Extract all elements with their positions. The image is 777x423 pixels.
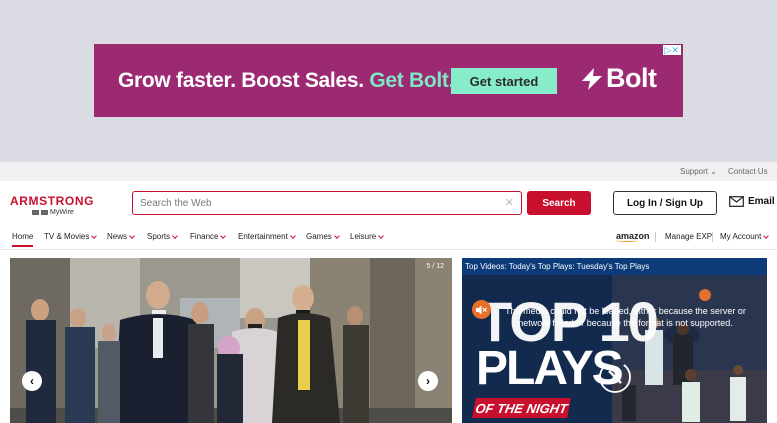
- amazon-link[interactable]: amazon: [616, 231, 650, 242]
- video-player[interactable]: Top Videos: Today's Top Plays: Tuesday's…: [462, 258, 767, 423]
- device-icon: [41, 210, 48, 215]
- search-placeholder: Search the Web: [140, 198, 212, 209]
- bolt-icon: [582, 67, 602, 90]
- logo-sub: MyWire: [10, 209, 94, 216]
- hero-photo: [10, 258, 452, 423]
- device-icon: [32, 210, 39, 215]
- nav-item-home[interactable]: Home: [12, 232, 34, 247]
- ad-banner[interactable]: ▷✕ Grow faster. Boost Sales. Get Bolt. G…: [94, 44, 683, 117]
- email-label: Email: [748, 196, 775, 207]
- contact-us-link[interactable]: Contact Us: [728, 167, 768, 176]
- nav-item-label: Finance: [190, 232, 219, 241]
- nav-item-news[interactable]: News: [107, 232, 135, 241]
- chevron-down-icon: [172, 232, 178, 239]
- adchoices-icon[interactable]: ▷✕: [662, 45, 681, 55]
- nav-item-leisure[interactable]: Leisure: [350, 232, 385, 241]
- main-nav: Home TV & Movies News Sports Finance Ent…: [0, 226, 777, 250]
- nav-divider: [712, 232, 713, 242]
- ad-bolt-logo: Bolt: [582, 63, 657, 94]
- logo-brand: ARMSTRONG: [10, 194, 95, 208]
- clear-icon[interactable]: ✕: [505, 196, 514, 209]
- mute-icon[interactable]: [472, 300, 491, 319]
- ad-zone: ▷✕ Grow faster. Boost Sales. Get Bolt. G…: [0, 0, 777, 162]
- ad-headline-highlight: Get Bolt.: [369, 69, 455, 92]
- nav-item-sports[interactable]: Sports: [147, 232, 178, 241]
- ad-headline-main: Grow faster. Boost Sales.: [118, 69, 364, 92]
- nav-item-entertainment[interactable]: Entertainment: [238, 232, 296, 241]
- chevron-down-icon: [763, 232, 770, 239]
- logo-sub-text: MyWire: [50, 209, 74, 216]
- chevron-left-icon: ‹: [30, 374, 34, 388]
- utility-bar: Support ⌄ Contact Us: [0, 162, 777, 181]
- search-button[interactable]: Search: [527, 191, 591, 215]
- next-slide-button[interactable]: ›: [418, 371, 438, 391]
- chevron-down-icon: [333, 232, 340, 239]
- slide-counter: 5 / 12: [426, 263, 444, 270]
- site-header: ARMSTRONG MyWire Search the Web ✕ Search…: [0, 181, 777, 226]
- ad-brand-name: Bolt: [606, 63, 657, 93]
- nav-item-tv-movies[interactable]: TV & Movies: [44, 232, 98, 241]
- close-video-icon[interactable]: [598, 360, 632, 394]
- nav-item-finance[interactable]: Finance: [190, 232, 227, 241]
- search-input[interactable]: Search the Web ✕: [132, 191, 522, 215]
- video-title[interactable]: Top Videos: Today's Top Plays: Tuesday's…: [462, 258, 767, 275]
- nav-item-label: Leisure: [350, 232, 377, 241]
- media-error-message: The media could not be loaded, either be…: [505, 306, 746, 328]
- chevron-down-icon: [220, 232, 227, 239]
- manage-exp-link[interactable]: Manage EXP: [665, 232, 712, 241]
- email-link[interactable]: Email: [729, 196, 775, 207]
- chevron-down-icon: [378, 232, 385, 239]
- chevron-down-icon: [91, 232, 98, 239]
- nav-divider: [655, 232, 656, 242]
- amazon-logo: amazon: [616, 231, 650, 241]
- my-account-menu[interactable]: My Account: [720, 232, 770, 241]
- prev-slide-button[interactable]: ‹: [22, 371, 42, 391]
- login-signup-button[interactable]: Log In / Sign Up: [613, 191, 717, 215]
- chevron-down-icon: [289, 232, 296, 239]
- my-account-label: My Account: [720, 232, 762, 241]
- nav-item-label: Sports: [147, 232, 171, 241]
- site-logo[interactable]: ARMSTRONG MyWire: [10, 194, 94, 216]
- nav-item-label: Home: [12, 232, 34, 241]
- manage-exp-label: Manage EXP: [665, 232, 713, 241]
- ad-get-started-button[interactable]: Get started: [451, 68, 557, 94]
- ad-headline: Grow faster. Boost Sales. Get Bolt.: [118, 69, 454, 93]
- support-link[interactable]: Support ⌄: [680, 167, 717, 176]
- nav-item-label: TV & Movies: [44, 232, 90, 241]
- chevron-down-icon: [129, 232, 135, 239]
- nav-item-games[interactable]: Games: [306, 232, 340, 241]
- envelope-icon: [729, 196, 744, 207]
- nav-item-label: Entertainment: [238, 232, 288, 241]
- art-night-banner: OF THE NIGHT: [472, 398, 571, 418]
- video-thumbnail: TOP 10 PLAYS OF THE NIGHT The media coul…: [462, 275, 767, 423]
- nav-item-label: Games: [306, 232, 332, 241]
- chevron-right-icon: ›: [426, 374, 430, 388]
- hero-slideshow[interactable]: 5 / 12 ‹ ›: [10, 258, 452, 423]
- nav-item-label: News: [107, 232, 128, 241]
